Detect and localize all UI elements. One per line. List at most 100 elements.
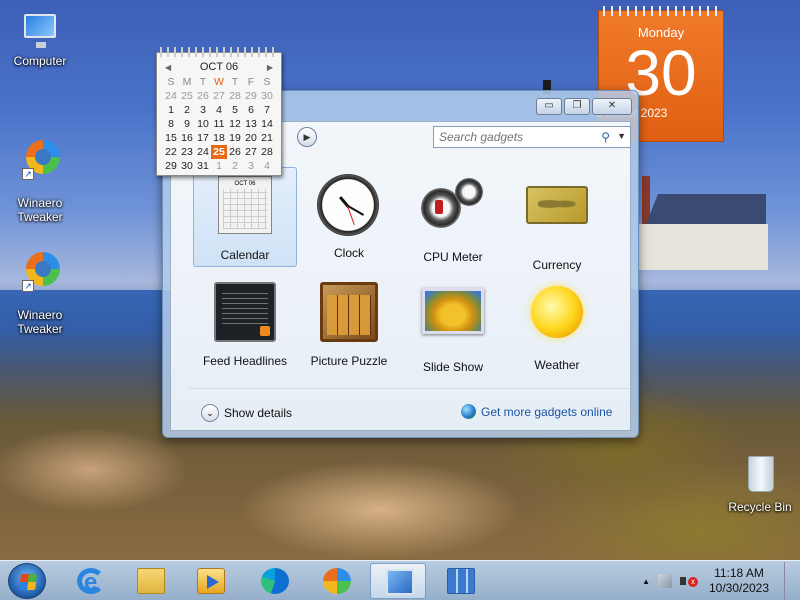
taskbar-winaero-tweaker[interactable]: [308, 563, 364, 599]
calendar-day-cell[interactable]: 3: [195, 103, 211, 117]
taskbar-media-player[interactable]: [182, 563, 238, 599]
desktop-icon-winaero-tweaker-2[interactable]: ↗ Winaero Tweaker: [2, 236, 78, 350]
taskbar-clock[interactable]: 11:18 AM 10/30/2023: [704, 566, 774, 596]
calendar-day-cell[interactable]: 20: [243, 131, 259, 145]
window-controls: ▭ ❐ ✕: [536, 98, 632, 115]
calendar-day-cell[interactable]: 26: [195, 89, 211, 103]
calendar-day-cell[interactable]: 17: [195, 131, 211, 145]
search-box[interactable]: ⚲ ▼: [433, 126, 631, 148]
winaero-tweaker-icon: ↗: [20, 138, 60, 180]
calendar-day-cell[interactable]: 31: [195, 159, 211, 173]
taskbar-internet-explorer[interactable]: [62, 563, 118, 599]
calendar-day-cell[interactable]: 25: [179, 89, 195, 103]
calendar-day-cell[interactable]: 23: [179, 145, 195, 159]
desktop-icon-recycle-bin[interactable]: Recycle Bin: [722, 456, 798, 514]
folder-icon: [137, 568, 165, 594]
calendar-day-cell[interactable]: 22: [163, 145, 179, 159]
calendar-day-cell[interactable]: 11: [211, 117, 227, 131]
calendar-day-cell[interactable]: 8: [163, 117, 179, 131]
calendar-day-cell[interactable]: 26: [227, 145, 243, 159]
taskbar-edge[interactable]: [246, 563, 302, 599]
system-tray: ▲ 11:18 AM 10/30/2023: [642, 562, 794, 600]
calendar-day-cell[interactable]: 28: [227, 89, 243, 103]
calendar-day-cell[interactable]: 6: [243, 103, 259, 117]
weekday-header: M: [182, 76, 192, 88]
gadget-label: Currency: [532, 258, 582, 272]
calendar-day-cell[interactable]: 29: [163, 159, 179, 173]
gadget-cpu-meter[interactable]: CPU Meter: [401, 167, 505, 267]
show-details-button[interactable]: ⌄ Show details: [201, 404, 292, 422]
gadget-clock[interactable]: Clock: [297, 167, 401, 267]
calendar-day-cell[interactable]: 30: [179, 159, 195, 173]
gadget-picture-puzzle[interactable]: Picture Puzzle: [297, 273, 401, 373]
calendar-day-cell[interactable]: 16: [179, 131, 195, 145]
calendar-day-cell[interactable]: 4: [211, 103, 227, 117]
footer-divider: [189, 388, 629, 389]
wallpaper-house: [638, 176, 768, 271]
control-panel-icon: [447, 568, 475, 594]
desktop-icon-label: Recycle Bin: [728, 500, 792, 514]
taskbar-gadgets[interactable]: [370, 563, 426, 599]
weekday-header: F: [247, 76, 255, 88]
page-nav-button[interactable]: ▶: [297, 127, 317, 147]
calendar-day-cell[interactable]: 7: [259, 103, 275, 117]
get-more-gadgets-link[interactable]: Get more gadgets online: [461, 404, 612, 419]
weather-gadget-icon: [525, 286, 589, 350]
calendar-day-cell[interactable]: 15: [163, 131, 179, 145]
calendar-day-cell[interactable]: 2: [179, 103, 195, 117]
gadget-weather[interactable]: Weather: [505, 273, 609, 373]
previous-month-arrow-icon[interactable]: ◀: [165, 63, 171, 72]
taskbar-date: 10/30/2023: [708, 581, 770, 595]
mini-calendar-preview[interactable]: ◀ OCT 06 ▶ S M T W T F S 24 25 26 27 28 29 30 1 2 3 4 5 6 7 8…: [156, 47, 282, 176]
calendar-day-cell[interactable]: 24: [195, 145, 211, 159]
volume-muted-icon[interactable]: [680, 574, 698, 588]
calendar-day-cell[interactable]: 9: [179, 117, 195, 131]
search-dropdown-icon[interactable]: ▼: [617, 131, 626, 141]
calendar-day-cell[interactable]: 27: [211, 89, 227, 103]
minimize-button[interactable]: ▭: [536, 98, 562, 115]
calendar-day-cell[interactable]: 14: [259, 117, 275, 131]
gadget-label: Picture Puzzle: [310, 354, 388, 368]
taskbar-control-panel[interactable]: [432, 563, 488, 599]
calendar-day-cell[interactable]: 19: [227, 131, 243, 145]
network-icon[interactable]: [658, 574, 672, 588]
calendar-day-cell[interactable]: 5: [227, 103, 243, 117]
next-month-arrow-icon[interactable]: ▶: [267, 63, 273, 72]
calendar-day-cell[interactable]: 1: [211, 159, 227, 173]
calendar-day-cell[interactable]: 13: [243, 117, 259, 131]
calendar-day-cell[interactable]: 29: [243, 89, 259, 103]
calendar-day-cell[interactable]: 24: [163, 89, 179, 103]
calendar-day-cell[interactable]: 12: [227, 117, 243, 131]
calendar-day-cell[interactable]: 2: [227, 159, 243, 173]
close-button[interactable]: ✕: [592, 98, 632, 115]
computer-icon: [20, 10, 60, 50]
calendar-day-cell[interactable]: 4: [259, 159, 275, 173]
gadget-slide-show[interactable]: Slide Show: [401, 273, 505, 374]
calendar-gadget-icon: [213, 176, 277, 240]
calendar-day-cell[interactable]: 25: [211, 145, 227, 159]
gadget-feed-headlines[interactable]: Feed Headlines: [193, 273, 297, 373]
mini-calendar-rings: [160, 47, 278, 57]
calendar-day-cell[interactable]: 18: [211, 131, 227, 145]
mini-calendar-grid: S M T W T F S 24 25 26 27 28 29 30 1 2 3 4 5 6 7 8 9 10 11 12 13 14…: [157, 73, 281, 173]
calendar-day-cell[interactable]: 1: [163, 103, 179, 117]
start-button[interactable]: [8, 563, 46, 599]
calendar-day-cell[interactable]: 27: [243, 145, 259, 159]
calendar-day-cell[interactable]: 21: [259, 131, 275, 145]
calendar-day-cell[interactable]: 3: [243, 159, 259, 173]
desktop-icon-winaero-tweaker[interactable]: ↗ Winaero Tweaker: [2, 124, 78, 238]
search-icon[interactable]: ⚲: [601, 130, 610, 144]
search-input[interactable]: [434, 127, 592, 147]
calendar-day-cell[interactable]: 30: [259, 89, 275, 103]
calendar-day-cell[interactable]: 28: [259, 145, 275, 159]
show-desktop-button[interactable]: [784, 562, 794, 600]
gadget-calendar[interactable]: Calendar: [193, 167, 297, 267]
restore-button[interactable]: ❐: [564, 98, 590, 115]
gadget-currency[interactable]: Currency: [505, 167, 609, 272]
taskbar-file-explorer[interactable]: [122, 563, 178, 599]
calendar-day-cell[interactable]: 10: [195, 117, 211, 131]
show-hidden-icons-icon[interactable]: ▲: [642, 577, 650, 586]
desktop-icon-computer[interactable]: Computer: [2, 10, 78, 68]
gadget-label: CPU Meter: [423, 250, 483, 264]
weekday-header: S: [167, 76, 175, 88]
